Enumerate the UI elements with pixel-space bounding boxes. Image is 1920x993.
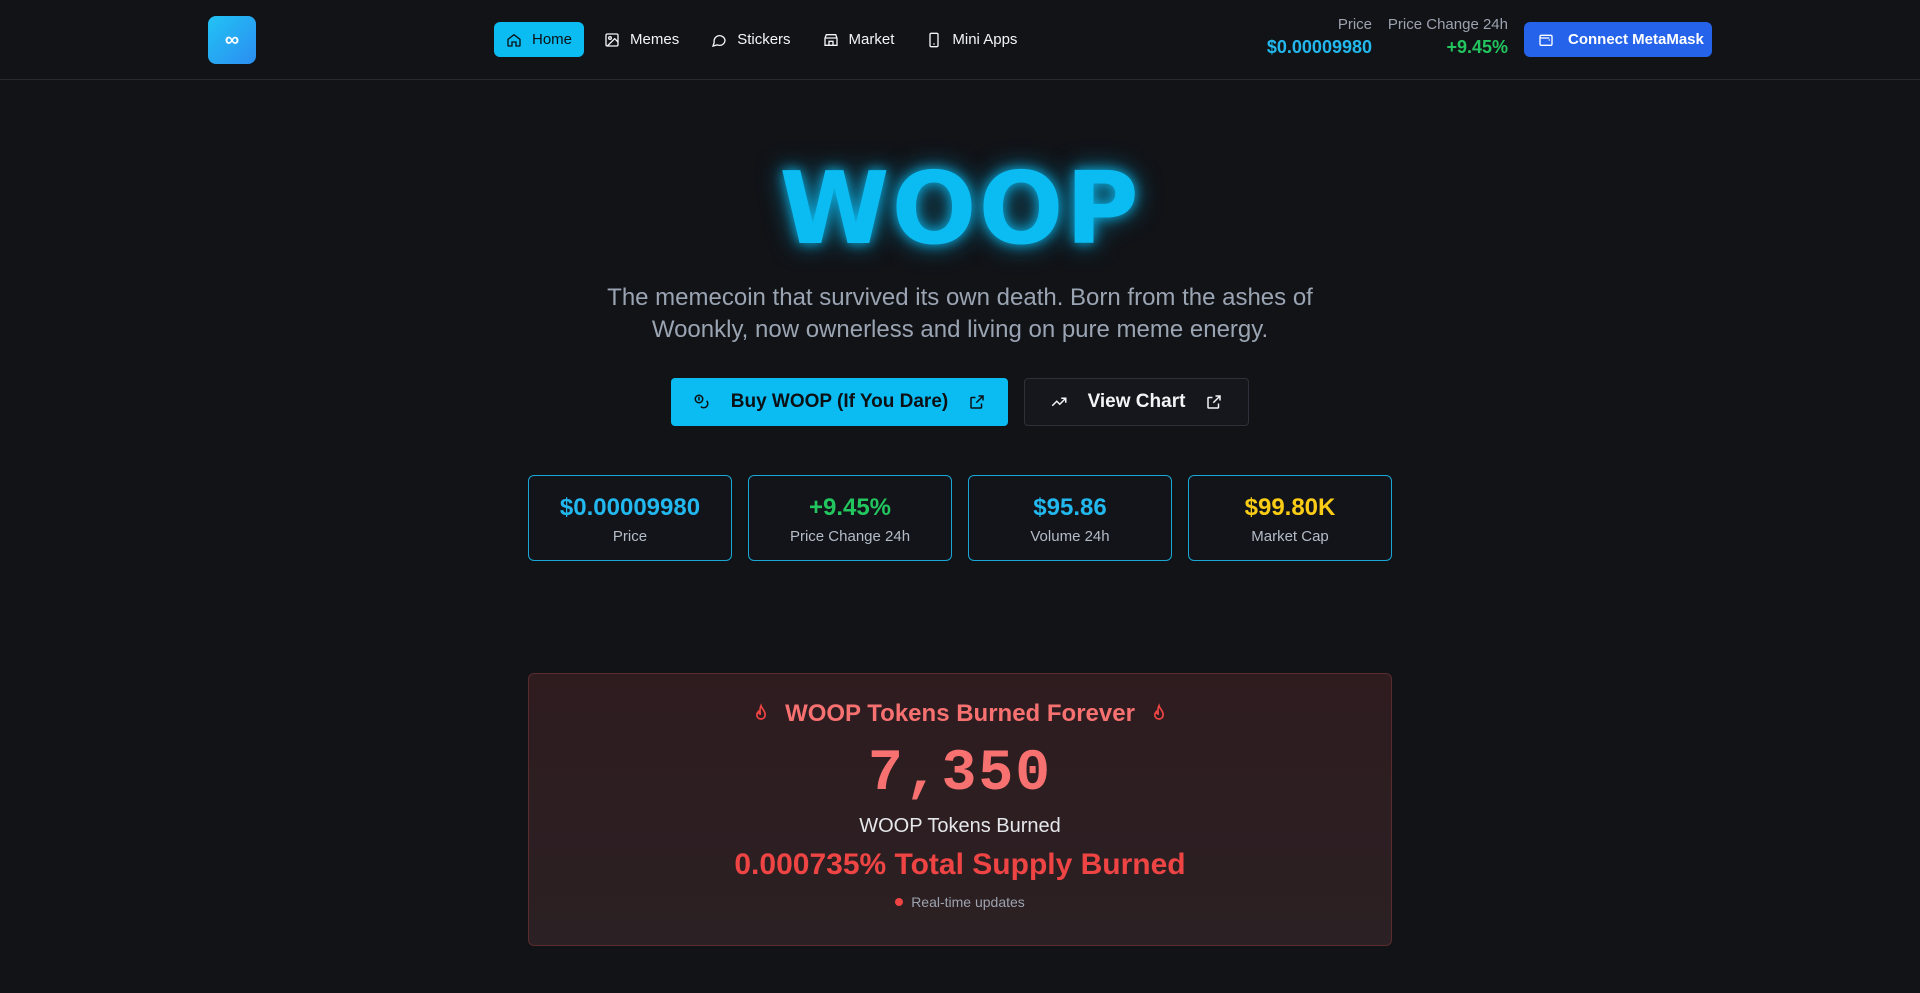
image-icon	[605, 32, 619, 47]
stat-card-price-change: +9.45% Price Change 24h	[748, 475, 952, 561]
header-price-label: Price	[1337, 16, 1372, 33]
stat-card-market-cap: $99.80K Market Cap	[1188, 475, 1392, 561]
nav-item-stickers[interactable]: Stickers	[699, 22, 802, 57]
stat-value: +9.45%	[808, 494, 892, 521]
burn-title-text: WOOP Tokens Burned Forever	[785, 700, 1135, 727]
nav-item-memes[interactable]: Memes	[592, 22, 691, 57]
stat-card-volume: $95.86 Volume 24h	[968, 475, 1172, 561]
wallet-icon	[1539, 34, 1553, 46]
hero-subtitle: The memecoin that survived its own death…	[607, 284, 1313, 343]
nav-label: Market	[848, 31, 895, 48]
main-nav: Home Memes Stickers Market Mini Apps	[494, 22, 1029, 57]
phone-icon	[929, 32, 940, 47]
live-label: Real-time updates	[911, 894, 1025, 910]
logo[interactable]: ∞	[208, 16, 256, 64]
stat-value: $99.80K	[1244, 494, 1336, 521]
burn-label: WOOP Tokens Burned	[859, 815, 1061, 837]
stat-label: Price Change 24h	[789, 528, 911, 545]
flame-icon	[756, 703, 767, 720]
view-chart-button[interactable]: View Chart	[1024, 378, 1249, 426]
nav-label: Stickers	[737, 31, 791, 48]
header-change-label: Price Change 24h	[1387, 16, 1508, 33]
buy-woop-button[interactable]: Buy WOOP (If You Dare)	[671, 378, 1008, 426]
stat-value: $95.86	[1033, 494, 1107, 521]
chart-label: View Chart	[1087, 391, 1186, 412]
stat-label: Price	[612, 528, 648, 545]
stat-card-price: $0.00009980 Price	[528, 475, 732, 561]
burn-title: WOOP Tokens Burned Forever	[529, 700, 1391, 728]
burn-panel: WOOP Tokens Burned Forever 7,350 WOOP To…	[528, 673, 1392, 946]
hero-title: WOOP	[779, 150, 1141, 267]
buy-label: Buy WOOP (If You Dare)	[730, 391, 949, 412]
nav-label: Memes	[630, 31, 680, 48]
nav-label: Mini Apps	[952, 31, 1018, 48]
stat-label: Volume 24h	[1030, 528, 1110, 545]
live-dot-icon	[895, 898, 904, 906]
header-price: Price $0.00009980	[1236, 16, 1372, 58]
store-icon	[823, 33, 838, 46]
top-header: ∞ Home Memes Stickers Market Mini Apps P…	[0, 0, 1920, 80]
trending-up-icon	[1051, 397, 1067, 407]
flame-icon	[1153, 703, 1164, 720]
nav-item-mini-apps[interactable]: Mini Apps	[914, 22, 1029, 57]
nav-item-market[interactable]: Market	[811, 22, 907, 57]
external-link-icon	[1207, 395, 1222, 409]
connect-label: Connect MetaMask	[1568, 31, 1704, 48]
header-change: Price Change 24h +9.45%	[1384, 16, 1508, 58]
infinity-icon: ∞	[224, 28, 240, 51]
live-indicator: Real-time updates	[529, 894, 1391, 910]
header-change-value: +9.45%	[1446, 37, 1508, 57]
chat-bubble-icon	[712, 34, 726, 47]
stat-label: Market Cap	[1251, 528, 1329, 545]
external-link-icon	[970, 395, 984, 409]
stat-value: $0.00009980	[559, 494, 701, 521]
coins-icon	[694, 394, 709, 409]
connect-metamask-button[interactable]: Connect MetaMask	[1524, 22, 1712, 57]
nav-item-home[interactable]: Home	[494, 22, 585, 57]
burn-count: 7,350	[867, 742, 1053, 807]
burn-percent: 0.000735% Total Supply Burned	[734, 848, 1186, 881]
home-icon	[507, 33, 521, 47]
nav-label: Home	[532, 31, 573, 48]
header-price-value: $0.00009980	[1266, 37, 1372, 57]
